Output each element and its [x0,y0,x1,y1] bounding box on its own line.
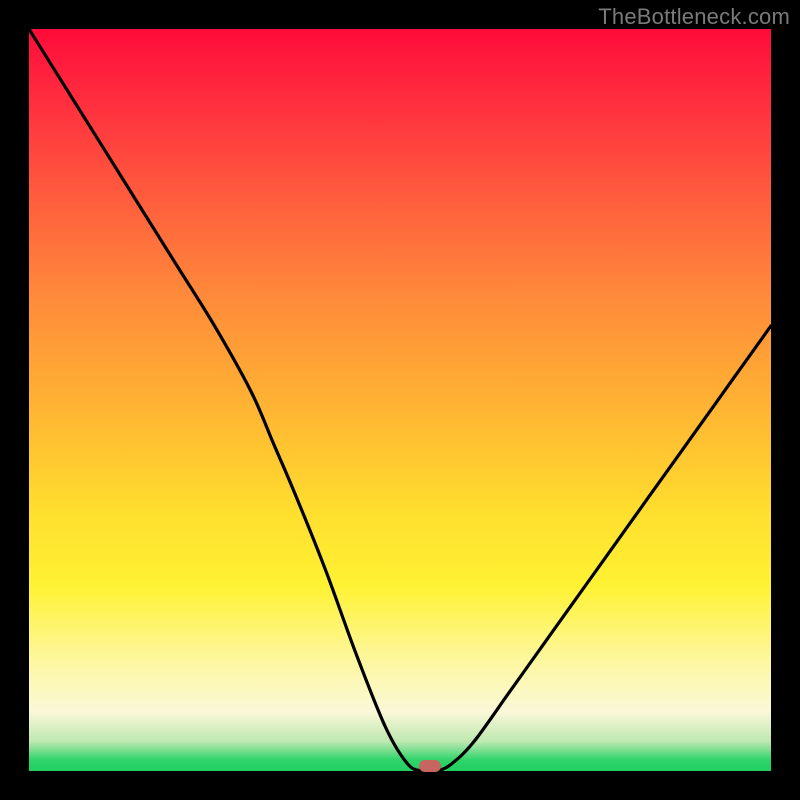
bottleneck-curve [29,29,771,771]
chart-frame: TheBottleneck.com [0,0,800,800]
chart-plot-area [29,29,771,771]
curve-minimum-marker [419,760,441,772]
watermark-text: TheBottleneck.com [598,4,790,30]
